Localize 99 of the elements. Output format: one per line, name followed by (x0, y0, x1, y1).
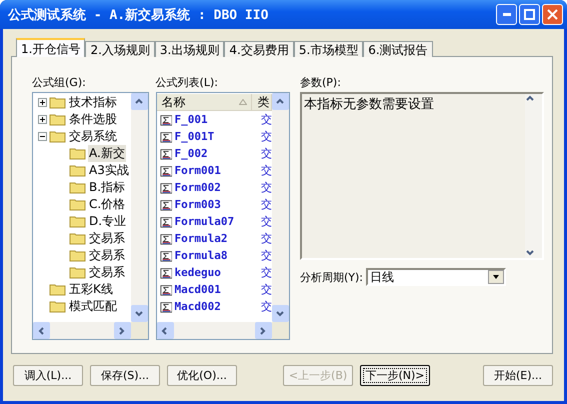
tab[interactable]: 3.出场规则 (154, 41, 224, 57)
folder-icon (49, 113, 66, 126)
field-label: 分析周期(Y): (300, 270, 363, 284)
list-view[interactable]: 名称 类 F_001 交 F_001T 交 F_002 交 Form001 交 Form002 交 Form003 交 Formula07 交 Formula2 交 Formula8 交 kedeguo 交 Macd001 交 Macd002 交 (156, 92, 290, 340)
table-cell: 交 (260, 299, 272, 314)
vertical-scrollbar[interactable] (272, 93, 289, 322)
tree-item[interactable]: A.新交 (88, 145, 126, 162)
table-cell: 交 (260, 163, 272, 178)
table-cell: 交 (260, 180, 272, 195)
period-dropdown[interactable]: 日线 (366, 268, 506, 286)
formula-icon (160, 248, 172, 262)
vertical-scrollbar[interactable] (130, 93, 148, 322)
parameters-text: 本指标无参数需要设置 (302, 96, 435, 114)
tree-item[interactable]: 五彩K线 (68, 281, 114, 298)
folder-icon (69, 181, 86, 194)
tree-view[interactable]: 技术指标 条件选股 交易系统 A.新交 A3实战 B.指标 C.价格 D.专业 交易系 交易系 交易系 五彩K线 模式匹配 (32, 92, 149, 340)
table-cell: 交 (260, 265, 272, 280)
maximize-button[interactable] (519, 4, 540, 25)
tree-item[interactable]: C.价格 (88, 196, 126, 213)
table-cell: 交 (260, 282, 272, 297)
formula-icon (160, 232, 172, 246)
tab[interactable]: 2.入场规则 (85, 41, 155, 57)
column-header[interactable]: 名称 (156, 94, 252, 110)
scrollbar-corner (272, 322, 289, 339)
tree-item[interactable]: 交易系 (88, 230, 126, 247)
formula-icon (160, 214, 172, 228)
list-item[interactable]: F_001 (174, 113, 259, 126)
folder-icon (69, 232, 86, 245)
list-item[interactable]: Macd001 (174, 283, 259, 296)
tree-item[interactable]: 交易系统 (68, 128, 118, 145)
dialog-button[interactable]: 开始(E)... (483, 364, 553, 386)
tree-item[interactable]: 模式匹配 (68, 298, 118, 315)
expand-icon[interactable] (38, 115, 47, 124)
tree-item[interactable]: 条件选股 (68, 111, 118, 128)
horizontal-scrollbar[interactable] (33, 322, 131, 339)
minimize-icon (502, 13, 510, 16)
field-label: 公式列表(L): (156, 75, 219, 91)
folder-icon (69, 164, 86, 177)
list-item[interactable]: Formula8 (174, 249, 259, 262)
list-item[interactable]: kedeguo (174, 266, 259, 279)
folder-icon (69, 215, 86, 228)
collapse-icon[interactable] (38, 132, 47, 141)
expand-icon[interactable] (38, 98, 47, 107)
formula-icon (160, 266, 172, 280)
minimize-button[interactable] (496, 4, 517, 25)
dialog-button[interactable]: 保存(S)... (90, 364, 160, 386)
formula-icon (160, 300, 172, 314)
formula-icon (160, 180, 172, 194)
folder-icon (69, 266, 86, 279)
formula-icon (160, 130, 172, 144)
table-cell: 交 (260, 248, 272, 263)
tab[interactable]: 4.交易费用 (224, 41, 294, 57)
list-item[interactable]: Formula07 (174, 215, 259, 228)
window-title: 公式测试系统 - A.新交易系统 : DBO IIO (6, 6, 270, 24)
list-item[interactable]: Form002 (174, 181, 259, 194)
list-item[interactable]: Macd002 (174, 300, 259, 313)
tree-item[interactable]: A3实战 (88, 162, 130, 179)
dialog-button[interactable]: 下一步(N)> (360, 364, 430, 386)
maximize-icon (524, 9, 535, 20)
table-cell: 交 (260, 146, 272, 161)
folder-icon (49, 300, 66, 313)
tree-item[interactable]: 交易系 (88, 247, 126, 264)
formula-icon (160, 146, 172, 160)
formula-icon (160, 198, 172, 212)
formula-icon (160, 112, 172, 126)
tree-item[interactable]: 交易系 (88, 264, 126, 281)
dialog-button[interactable]: 优化(O)... (167, 364, 237, 386)
open-folder-icon (69, 147, 86, 160)
formula-icon (160, 164, 172, 178)
list-item[interactable]: Form001 (174, 164, 259, 177)
tree-item[interactable]: B.指标 (88, 179, 126, 196)
list-item[interactable]: Form003 (174, 198, 259, 211)
close-icon (547, 9, 558, 20)
list-item[interactable]: Formula2 (174, 232, 259, 245)
scrollbar-corner (130, 322, 148, 339)
table-cell: 交 (260, 129, 272, 144)
dialog-button[interactable]: 调入(L)... (13, 364, 83, 386)
folder-icon (49, 130, 66, 143)
horizontal-scrollbar[interactable] (156, 322, 272, 339)
list-item[interactable]: F_001T (174, 130, 259, 143)
sort-icon (239, 99, 248, 105)
list-item[interactable]: F_002 (174, 147, 259, 160)
close-button[interactable] (542, 4, 563, 25)
folder-icon (49, 283, 66, 296)
table-cell: 交 (260, 112, 272, 127)
tab[interactable]: 5.市场模型 (294, 41, 364, 57)
tree-item[interactable]: D.专业 (88, 213, 128, 230)
field-label: 参数(P): (300, 75, 342, 91)
folder-icon (69, 198, 86, 211)
table-cell: 交 (260, 197, 272, 212)
formula-icon (160, 282, 172, 296)
folder-icon (49, 96, 66, 109)
folder-icon (69, 249, 86, 262)
field-label: 公式组(G): (32, 75, 87, 91)
table-cell: 交 (260, 214, 272, 229)
tab[interactable]: 1.开仓信号 (16, 38, 86, 57)
table-cell: 交 (260, 231, 272, 246)
tab[interactable]: 6.测试报告 (363, 41, 433, 57)
tree-item[interactable]: 技术指标 (68, 94, 118, 111)
